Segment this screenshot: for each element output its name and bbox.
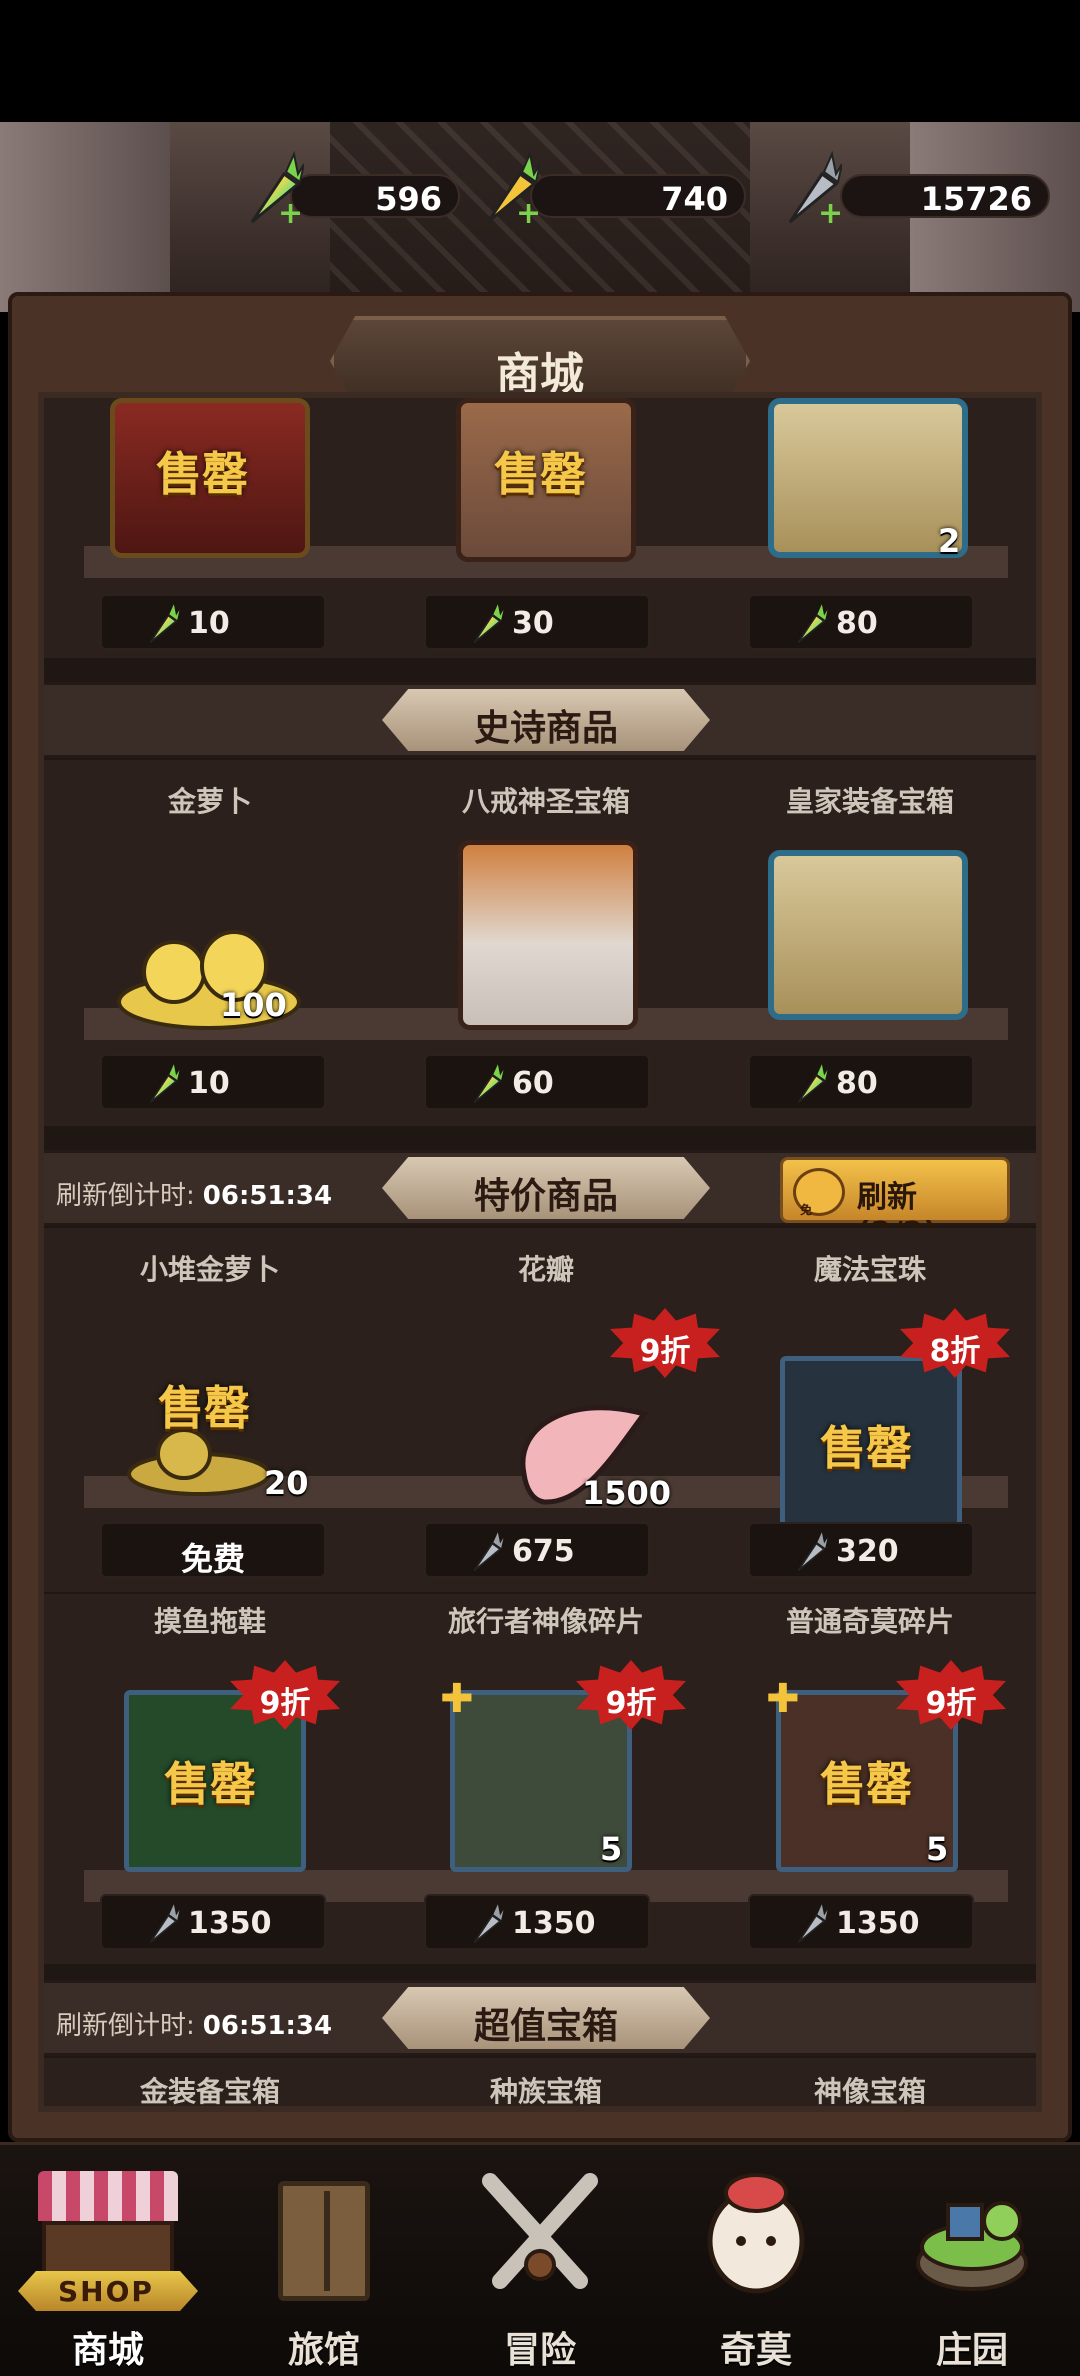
epic-price-1[interactable]: 10	[100, 1054, 326, 1110]
currency-silver-carrot[interactable]: 15726	[840, 174, 1050, 218]
discount-badge: 9折	[610, 1308, 720, 1378]
royal-equipment-chest-icon	[768, 850, 968, 1020]
shelf1-price-2[interactable]: 30	[424, 594, 650, 650]
status-bar-area	[0, 0, 1080, 122]
section-epic-header: 史诗商品	[44, 682, 1036, 758]
item-name: 神像宝箱	[813, 2075, 926, 2108]
crossed-swords-icon	[482, 2173, 598, 2289]
shelf-epic: 金萝卜 八戒神圣宝箱 皇家装备宝箱 100 10 60 80	[44, 760, 1036, 1126]
silver-carrot-icon	[797, 1904, 828, 1944]
shelf-value-chests: 金装备宝箱 种族宝箱 神像宝箱	[44, 2058, 1036, 2108]
add-rainbow-icon[interactable]: +	[278, 196, 303, 231]
shop-icon: SHOP	[18, 2171, 198, 2311]
special-item-slippers[interactable]: 9折 售罄	[114, 1634, 374, 1874]
refresh-countdown: 刷新倒计时: 06:51:34	[56, 1181, 333, 1211]
epic-price-2[interactable]: 60	[424, 1054, 650, 1110]
special-item-chimo-shard[interactable]: ✚ 9折 售罄 5	[766, 1634, 1026, 1874]
item-name: 花瓣	[517, 1253, 574, 1286]
bottom-nav: SHOP 商城 旅馆 冒险 奇莫 庄园	[0, 2142, 1080, 2376]
item-name: 金萝卜	[167, 785, 252, 818]
rainbow-carrot-icon	[797, 604, 828, 644]
currency-header: 596 + 740 + 15726 +	[0, 122, 1080, 312]
puzzle-piece-icon: ✚	[440, 1676, 474, 1722]
item-name: 魔法宝珠	[813, 1253, 926, 1286]
shop-scroll-area[interactable]: 售罄 售罄 2 10 30 80 史诗商品 金萝卜 八戒神圣宝箱 皇家装备宝箱	[38, 392, 1042, 2112]
rainbow-carrot-icon	[149, 1064, 180, 1104]
item-name: 八戒神圣宝箱	[461, 785, 630, 818]
epic-price-3[interactable]: 80	[748, 1054, 974, 1110]
special-item-small-gold-carrot[interactable]: 售罄 20	[114, 1328, 344, 1508]
section-value-chests-title: 超值宝箱	[382, 1987, 710, 2049]
chimo-character-icon	[707, 2173, 805, 2294]
refresh-button[interactable]: 免 刷新 (2/2)	[780, 1157, 1010, 1251]
nav-shop[interactable]: SHOP 商城	[0, 2145, 216, 2376]
shelf-special-1: 小堆金萝卜 花瓣 魔法宝珠 售罄 20 9折 1500 8折 售罄 免费 675…	[44, 1228, 1036, 1592]
silver-carrot-icon	[797, 1532, 828, 1572]
section-epic-title: 史诗商品	[382, 689, 710, 751]
item-name: 小堆金萝卜	[139, 1253, 280, 1286]
refresh-countdown: 刷新倒计时: 06:51:34	[56, 2011, 333, 2041]
epic-item-gold-carrot[interactable]: 100	[104, 840, 334, 1040]
inn-door-icon	[264, 2171, 384, 2301]
section-special-title: 特价商品	[382, 1157, 710, 1219]
special-price-2[interactable]: 675	[424, 1522, 650, 1578]
currency-rainbow-carrot[interactable]: 596	[290, 174, 460, 218]
nav-manor[interactable]: 庄园	[864, 2145, 1080, 2376]
section-value-chests-header: 刷新倒计时: 06:51:34 超值宝箱	[44, 1980, 1036, 2056]
free-refresh-cat-icon: 免	[793, 1168, 845, 1217]
shelf1-price-1[interactable]: 10	[100, 594, 326, 650]
special-price-3[interactable]: 320	[748, 1522, 974, 1578]
silver-carrot-icon	[149, 1904, 180, 1944]
special-price-5[interactable]: 1350	[424, 1894, 650, 1950]
special-price-6[interactable]: 1350	[748, 1894, 974, 1950]
rainbow-carrot-icon	[473, 604, 504, 644]
special-price-1[interactable]: 免费	[100, 1522, 326, 1578]
add-silver-icon[interactable]: +	[818, 196, 843, 231]
shelf1-price-3[interactable]: 80	[748, 594, 974, 650]
shelf1-item-1[interactable]: 售罄	[100, 398, 320, 568]
bajie-holy-chest-icon	[458, 840, 638, 1030]
item-name: 金装备宝箱	[139, 2075, 280, 2108]
curtain-left	[0, 122, 170, 312]
item-name: 种族宝箱	[489, 2075, 602, 2108]
special-price-4[interactable]: 1350	[100, 1894, 326, 1950]
puzzle-piece-icon: ✚	[766, 1676, 800, 1722]
rainbow-carrot-icon	[149, 604, 180, 644]
silver-carrot-icon	[473, 1904, 504, 1944]
add-gold-icon[interactable]: +	[516, 196, 541, 231]
special-item-statue-shard[interactable]: ✚ 9折 5	[440, 1634, 700, 1874]
rainbow-carrot-icon	[797, 1064, 828, 1104]
special-item-magic-orb[interactable]: 8折 售罄	[770, 1288, 1010, 1538]
epic-item-bajie-chest[interactable]	[428, 820, 668, 1040]
silver-carrot-icon	[473, 1532, 504, 1572]
rainbow-carrot-icon	[473, 1064, 504, 1104]
shelf-special-2: 摸鱼拖鞋 旅行者神像碎片 普通奇莫碎片 9折 售罄 ✚ 9折 5 ✚ 9折 售罄…	[44, 1594, 1036, 1964]
epic-item-royal-chest[interactable]	[758, 820, 988, 1040]
nav-adventure[interactable]: 冒险	[432, 2145, 648, 2376]
section-special-header: 刷新倒计时:06:51:34 特价商品 免 刷新 (2/2)	[44, 1150, 1036, 1251]
nav-inn[interactable]: 旅馆	[216, 2145, 432, 2376]
manor-island-icon	[916, 2201, 1028, 2291]
shelf-top: 售罄 售罄 2 10 30 80	[44, 398, 1036, 658]
special-item-petal[interactable]: 9折 1500	[444, 1288, 724, 1528]
shelf1-item-2[interactable]: 售罄	[436, 398, 656, 568]
currency-gold-carrot[interactable]: 740	[530, 174, 746, 218]
nav-chimo[interactable]: 奇莫	[648, 2145, 864, 2376]
shelf1-item-3[interactable]: 2	[758, 398, 988, 568]
item-name: 皇家装备宝箱	[785, 785, 954, 818]
